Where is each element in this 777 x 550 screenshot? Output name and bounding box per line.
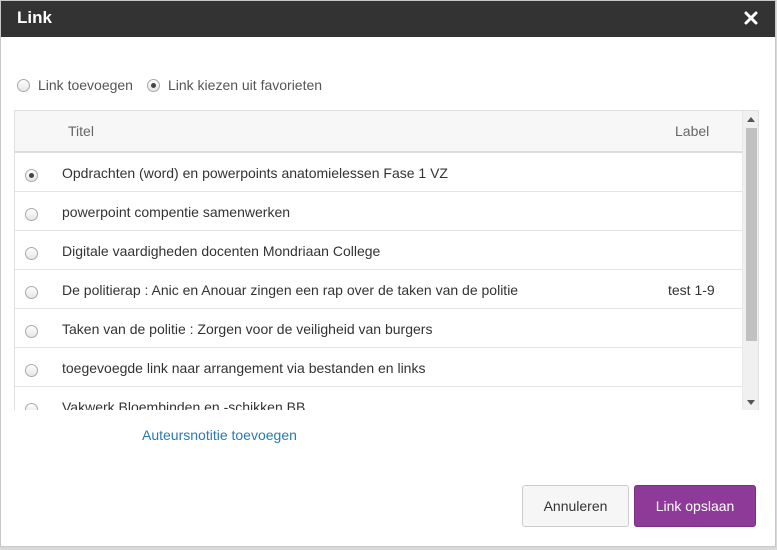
row-title: De politierap : Anic en Anouar zingen ee… [62,282,519,298]
table-row[interactable]: De politierap : Anic en Anouar zingen ee… [15,270,743,309]
row-radio[interactable] [25,247,38,260]
row-radio[interactable] [25,325,38,338]
row-radio[interactable] [25,403,38,410]
radio-link-toevoegen[interactable]: Link toevoegen [17,77,133,93]
row-title: Digitale vaardigheden docenten Mondriaan… [62,243,381,259]
table-body: Opdrachten (word) en powerpoints anatomi… [15,153,743,410]
column-header-label[interactable]: Label [675,123,709,139]
row-radio[interactable] [25,169,38,182]
table-row[interactable]: powerpoint compentie samenwerken [15,192,743,231]
row-label: test 1-9 [668,282,715,298]
radio-link-favorieten[interactable]: Link kiezen uit favorieten [146,77,323,93]
table-header: Titel Label [15,111,743,153]
radio-label: Link kiezen uit favorieten [167,77,323,93]
table-row[interactable]: Opdrachten (word) en powerpoints anatomi… [15,153,743,192]
row-radio[interactable] [25,286,38,299]
row-radio[interactable] [25,364,38,377]
row-title: Opdrachten (word) en powerpoints anatomi… [62,165,448,181]
table-scrollbar[interactable] [742,111,758,410]
close-icon[interactable] [741,8,761,28]
scroll-down-arrow-icon[interactable] [747,400,755,405]
dialog-titlebar: Link [1,1,775,37]
table-row[interactable]: Taken van de politie : Zorgen voor de ve… [15,309,743,348]
row-title: Taken van de politie : Zorgen voor de ve… [62,321,433,337]
table-row[interactable]: Digitale vaardigheden docenten Mondriaan… [15,231,743,270]
row-title: toegevoegde link naar arrangement via be… [62,360,426,376]
table-row[interactable]: Vakwerk Bloembinden en -schikken BB [15,387,743,410]
cancel-button[interactable]: Annuleren [522,485,629,527]
close-icon-glyph [744,11,758,25]
dialog-title: Link [17,8,52,27]
link-mode-radio-group: Link toevoegen Link kiezen uit favoriete… [17,77,336,93]
favorites-table: Titel Label Opdrachten (word) en powerpo… [14,110,759,410]
add-author-note-link[interactable]: Auteursnotitie toevoegen [142,427,297,443]
column-header-titel[interactable]: Titel [68,123,94,139]
radio-button[interactable] [146,78,160,92]
row-title: Vakwerk Bloembinden en -schikken BB [62,399,306,410]
row-title: powerpoint compentie samenwerken [62,204,291,220]
radio-label: Link toevoegen [38,77,133,93]
radio-button[interactable] [17,78,30,92]
table-row[interactable]: toegevoegde link naar arrangement via be… [15,348,743,387]
scroll-up-arrow-icon[interactable] [747,117,755,122]
save-link-button[interactable]: Link opslaan [634,485,756,527]
link-dialog: Link Link toevoegen Link kiezen uit favo… [0,0,776,547]
row-radio[interactable] [25,208,38,221]
scrollbar-thumb[interactable] [746,128,757,341]
